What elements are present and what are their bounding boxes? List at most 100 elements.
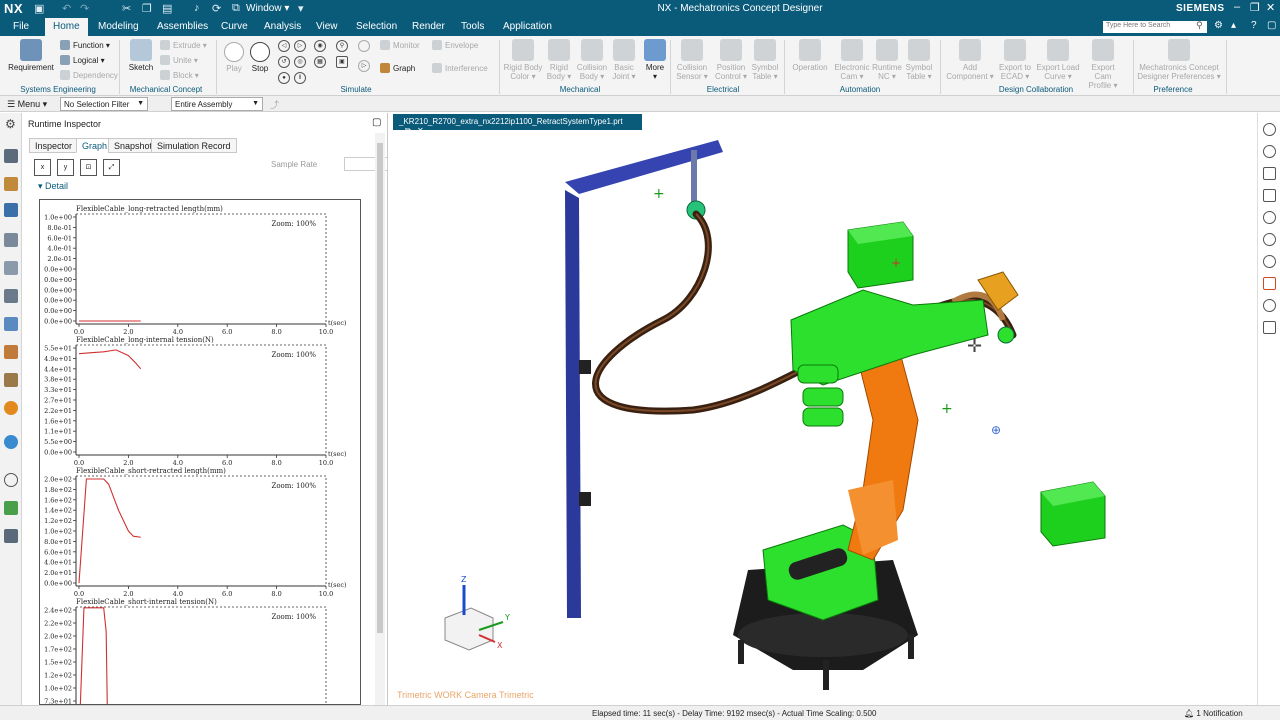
notification-button[interactable]: 🔔︎ 1 Notification [1184,709,1243,718]
extrude-button[interactable]: Extrude ▾ [160,40,207,50]
render-style-icon[interactable] [1263,145,1276,158]
electronic-cam-button[interactable]: Electronic Cam ▾ [832,39,872,81]
collision-body-button[interactable]: Collision Body ▾ [575,39,609,81]
selection-filter-dropdown[interactable]: No Selection Filter ▼ [60,97,148,111]
fit-x-icon[interactable]: x [34,159,51,176]
interference-button[interactable]: Interference [432,63,488,73]
envelope-button[interactable]: Envelope [432,40,478,50]
tab-view[interactable]: View [316,21,338,32]
signal-icon[interactable] [4,317,18,331]
runtime-params-icon[interactable]: ▦ [314,56,326,68]
fit-both-icon[interactable]: ⊡ [80,159,97,176]
export-cam-profile-button[interactable]: Export Cam Profile ▾ [1082,39,1124,90]
snapshot-icon[interactable]: ◎ [294,56,306,68]
refresh-view-icon[interactable] [1263,255,1276,268]
block-button[interactable]: Block ▾ [160,70,199,80]
rigid-body-color-button[interactable]: Rigid Body Color ▾ [503,39,543,81]
web-browser-icon[interactable] [4,435,18,449]
step-forward-icon[interactable]: ▷ [294,40,306,52]
requirement-button[interactable]: Requirement [8,39,54,72]
close-button[interactable]: ✕ [1266,1,1275,14]
rigid-body-button[interactable]: Rigid Body ▾ [545,39,573,81]
physics-icon[interactable] [4,529,18,543]
trace-icon[interactable]: ▷ [358,60,370,72]
help-icon[interactable]: ? [1251,20,1257,31]
monitor-button[interactable]: Monitor [380,40,420,50]
graph-button[interactable]: Graph [380,63,415,73]
minimize-button[interactable]: – [1234,1,1240,13]
detail-section-toggle[interactable]: ▾ Detail [38,181,68,192]
sketch-button[interactable]: Sketch [126,39,156,72]
function-button[interactable]: Function ▾ [60,40,110,50]
reset-icon[interactable]: ↺ [278,56,290,68]
section-view-icon[interactable] [1263,189,1276,202]
fit-y-icon[interactable]: y [57,159,74,176]
settings-gear-icon[interactable]: ⚙ [5,117,19,131]
record-icon[interactable]: ● [278,72,290,84]
reuse-library-icon[interactable] [4,345,18,359]
part-navigator-icon[interactable] [4,233,18,247]
snap-icon[interactable]: ⤴ [270,98,279,111]
object-table-icon[interactable] [4,501,18,515]
runtime-nc-button[interactable]: Runtime NC ▾ [872,39,902,81]
step-back-icon[interactable]: ◁ [278,40,290,52]
tab-home[interactable]: Home [45,18,88,36]
inspect-icon[interactable]: ◉ [314,40,326,52]
rewind-icon[interactable] [1263,299,1276,312]
navigator-icon[interactable] [4,149,18,163]
view-orient-icon[interactable] [1263,123,1276,136]
settings-icon[interactable]: ⚙ [1214,20,1223,31]
clock-icon[interactable] [4,473,18,487]
tab-selection[interactable]: Selection [356,21,397,32]
zoom-fit-icon[interactable]: ⤢ [103,159,120,176]
roles-icon[interactable] [4,373,18,387]
collision-sensor-button[interactable]: Collision Sensor ▾ [674,39,710,81]
more-button[interactable]: More ▾ [641,39,669,81]
tab-assemblies[interactable]: Assemblies [157,21,208,32]
stop-button[interactable]: Stop [248,42,272,73]
add-component-button[interactable]: Add Component ▾ [946,39,994,81]
color-palette-icon[interactable] [1263,277,1276,290]
tab-file[interactable]: File [13,21,29,32]
search-icon[interactable]: ⚲ [1196,20,1203,31]
tab-application[interactable]: Application [503,21,552,32]
tab-simulation-record[interactable]: Simulation Record [151,138,237,153]
play-button[interactable]: Play [222,42,246,73]
measure-icon[interactable] [358,40,370,52]
snapshot-view-icon[interactable] [1263,167,1276,180]
export-load-curve-button[interactable]: Export Load Curve ▾ [1036,39,1080,81]
layer-icon[interactable] [1263,233,1276,246]
pause-icon[interactable]: ‖ [294,72,306,84]
sequence-editor-icon[interactable] [4,289,18,303]
breakpoint-icon[interactable]: ▣ [336,56,348,68]
assembly-navigator-icon[interactable] [4,261,18,275]
unite-button[interactable]: Unite ▾ [160,55,198,65]
panel-scrollbar-thumb[interactable] [377,143,383,633]
maximize-window-icon[interactable]: ▢ [1267,20,1276,31]
operation-button[interactable]: Operation [790,39,830,72]
3d-scene[interactable]: + + + ⊕ ✛ Z Y X [393,130,1255,705]
export-to-ecad-button[interactable]: Export to ECAD ▾ [996,39,1034,81]
basic-joint-button[interactable]: Basic Joint ▾ [610,39,638,81]
menu-button[interactable]: ☰ Menu ▾ [7,99,47,110]
mcd-preferences-button[interactable]: Mechatronics Concept Designer Preferences… [1136,39,1222,81]
runtime-inspector-icon[interactable] [4,203,18,217]
tab-render[interactable]: Render [412,21,445,32]
tab-inspector[interactable]: Inspector [29,138,79,153]
symbol-table-button[interactable]: Symbol Table ▾ [750,39,780,81]
tab-tools[interactable]: Tools [461,21,484,32]
selection-scope-dropdown[interactable]: Entire Assembly ▼ [171,97,263,111]
history-icon[interactable] [4,401,18,415]
tab-modeling[interactable]: Modeling [98,21,139,32]
position-control-button[interactable]: Position Control ▾ [712,39,750,81]
restore-button[interactable]: ❐ [1250,1,1260,14]
measure-ruler-icon[interactable] [1263,321,1276,334]
graphics-window[interactable]: + + + ⊕ ✛ Z Y X Trimetric WORK Camera Tr… [393,130,1255,705]
dependency-button[interactable]: Dependency [60,70,118,80]
command-search-input[interactable]: Type Here to Search [1103,21,1207,33]
tab-curve[interactable]: Curve [221,21,248,32]
panel-maximize-icon[interactable]: ▢ [372,117,381,128]
constraint-navigator-icon[interactable] [4,177,18,191]
search-object-icon[interactable]: ⚲ [336,40,348,52]
logical-button[interactable]: Logical ▾ [60,55,105,65]
